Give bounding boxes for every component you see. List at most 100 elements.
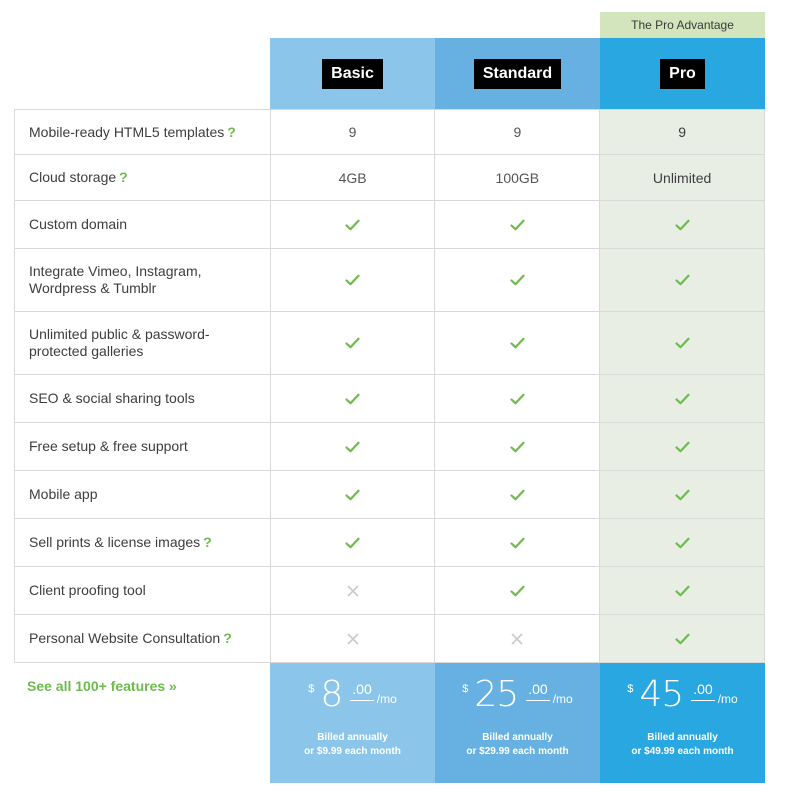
check-icon: [674, 337, 690, 349]
check-icon: [345, 489, 360, 501]
feature-value-text: Unlimited: [652, 169, 712, 186]
billing-note: Billed annually: [647, 732, 718, 743]
feature-label: Unlimited public & password-protected ga…: [29, 326, 210, 359]
price-block-pro: $ 45 .00 /mo Billed annually or $49.99 e…: [600, 663, 765, 783]
feature-label-cell: Unlimited public & password-protected ga…: [15, 312, 271, 374]
feature-row: SEO & social sharing tools: [15, 375, 765, 423]
plan-header-standard: Standard: [435, 38, 600, 109]
feature-value-pro: Unlimited: [600, 155, 765, 200]
check-icon: [674, 489, 690, 501]
plan-header-basic: Basic: [270, 38, 435, 109]
check-icon: [345, 441, 360, 453]
feature-label: Integrate Vimeo, Instagram, Wordpress & …: [29, 263, 202, 296]
monthly-price-note: or $49.99 each month: [631, 746, 734, 757]
feature-value-basic: [271, 201, 436, 248]
feature-value-pro: [600, 471, 765, 518]
feature-value-text: 4GB: [338, 169, 367, 186]
billing-note: Billed annually: [317, 732, 388, 743]
price-whole: 8: [320, 674, 343, 715]
feature-value-pro: [600, 375, 765, 422]
cross-icon: [347, 633, 359, 645]
feature-value-standard: 100GB: [435, 155, 601, 200]
feature-value-pro: [600, 615, 765, 662]
feature-label-cell: Sell prints & license images?: [15, 519, 271, 566]
check-icon: [345, 393, 360, 405]
feature-label-cell: Personal Website Consultation?: [15, 615, 271, 662]
help-icon[interactable]: ?: [223, 630, 232, 646]
feature-comparison-table: Mobile-ready HTML5 templates? 9 9 9 Cloud st…: [14, 109, 765, 663]
feature-row: Personal Website Consultation?: [15, 615, 765, 663]
price-period: /mo: [552, 692, 573, 706]
help-icon[interactable]: ?: [203, 534, 212, 550]
feature-label-cell: Mobile app: [15, 471, 271, 518]
feature-value-basic: [271, 249, 436, 311]
feature-value-standard: [435, 615, 601, 662]
billing-note: Billed annually: [482, 732, 553, 743]
check-icon: [674, 585, 690, 597]
feature-label: Mobile-ready HTML5 templates: [29, 123, 225, 140]
feature-label-cell: Cloud storage?: [15, 155, 271, 200]
feature-value-basic: [271, 519, 436, 566]
feature-value-standard: [435, 312, 601, 374]
price-period: /mo: [376, 692, 397, 706]
feature-label-cell: Integrate Vimeo, Instagram, Wordpress & …: [15, 249, 271, 311]
help-icon[interactable]: ?: [119, 169, 128, 185]
feature-value-pro: [600, 567, 765, 614]
feature-label: Client proofing tool: [29, 582, 146, 598]
check-icon: [345, 337, 360, 349]
feature-row: Mobile-ready HTML5 templates? 9 9 9: [15, 109, 765, 155]
feature-row: Sell prints & license images?: [15, 519, 765, 567]
currency-symbol: $: [462, 683, 469, 695]
check-icon: [510, 585, 525, 597]
check-icon: [510, 489, 525, 501]
feature-value-pro: [600, 423, 765, 470]
check-icon: [510, 537, 525, 549]
feature-value-pro: [600, 201, 765, 248]
price-cents: .00: [350, 681, 374, 701]
plan-header-pro: Pro: [600, 38, 765, 109]
check-icon: [674, 274, 690, 286]
feature-value-standard: [435, 519, 601, 566]
feature-label: SEO & social sharing tools: [29, 390, 195, 406]
feature-label-cell: SEO & social sharing tools: [15, 375, 271, 422]
feature-value-standard: [435, 423, 601, 470]
check-icon: [510, 274, 525, 286]
check-icon: [674, 393, 690, 405]
check-icon: [510, 219, 525, 231]
feature-label-cell: Client proofing tool: [15, 567, 271, 614]
feature-row: Client proofing tool: [15, 567, 765, 615]
feature-value-basic: 4GB: [271, 155, 436, 200]
feature-label: Custom domain: [29, 216, 128, 232]
feature-value-standard: [435, 249, 601, 311]
check-icon: [510, 393, 525, 405]
currency-symbol: $: [627, 683, 634, 695]
feature-row: Mobile app: [15, 471, 765, 519]
feature-row: Integrate Vimeo, Instagram, Wordpress & …: [15, 249, 765, 312]
plan-name-basic: Basic: [322, 58, 383, 89]
check-icon: [674, 441, 690, 453]
currency-symbol: $: [308, 683, 315, 695]
feature-row: Custom domain: [15, 201, 765, 249]
feature-value-basic: [271, 375, 436, 422]
feature-label: Cloud storage: [29, 169, 117, 185]
feature-row: Unlimited public & password-protected ga…: [15, 312, 765, 375]
price-block-basic: $ 8 .00 /mo Billed annually or $9.99 eac…: [270, 663, 435, 783]
cross-icon: [511, 633, 523, 645]
check-icon: [674, 537, 690, 549]
price-cents: .00: [526, 681, 550, 701]
feature-label: Mobile app: [29, 486, 98, 502]
price-cents: .00: [691, 681, 715, 701]
feature-value-basic: [271, 471, 436, 518]
feature-value-text: 9: [513, 124, 522, 140]
help-icon[interactable]: ?: [227, 124, 236, 140]
check-icon: [510, 337, 525, 349]
see-all-features-link[interactable]: See all 100+ features »: [27, 678, 177, 694]
feature-value-pro: [600, 519, 765, 566]
feature-row: Cloud storage? 4GB 100GB Unlimited: [15, 155, 765, 201]
feature-value-pro: [600, 312, 765, 374]
feature-value-text: 100GB: [495, 169, 540, 186]
plan-name-pro: Pro: [660, 58, 705, 89]
check-icon: [345, 219, 360, 231]
check-icon: [674, 219, 690, 231]
feature-value-pro: [600, 249, 765, 311]
